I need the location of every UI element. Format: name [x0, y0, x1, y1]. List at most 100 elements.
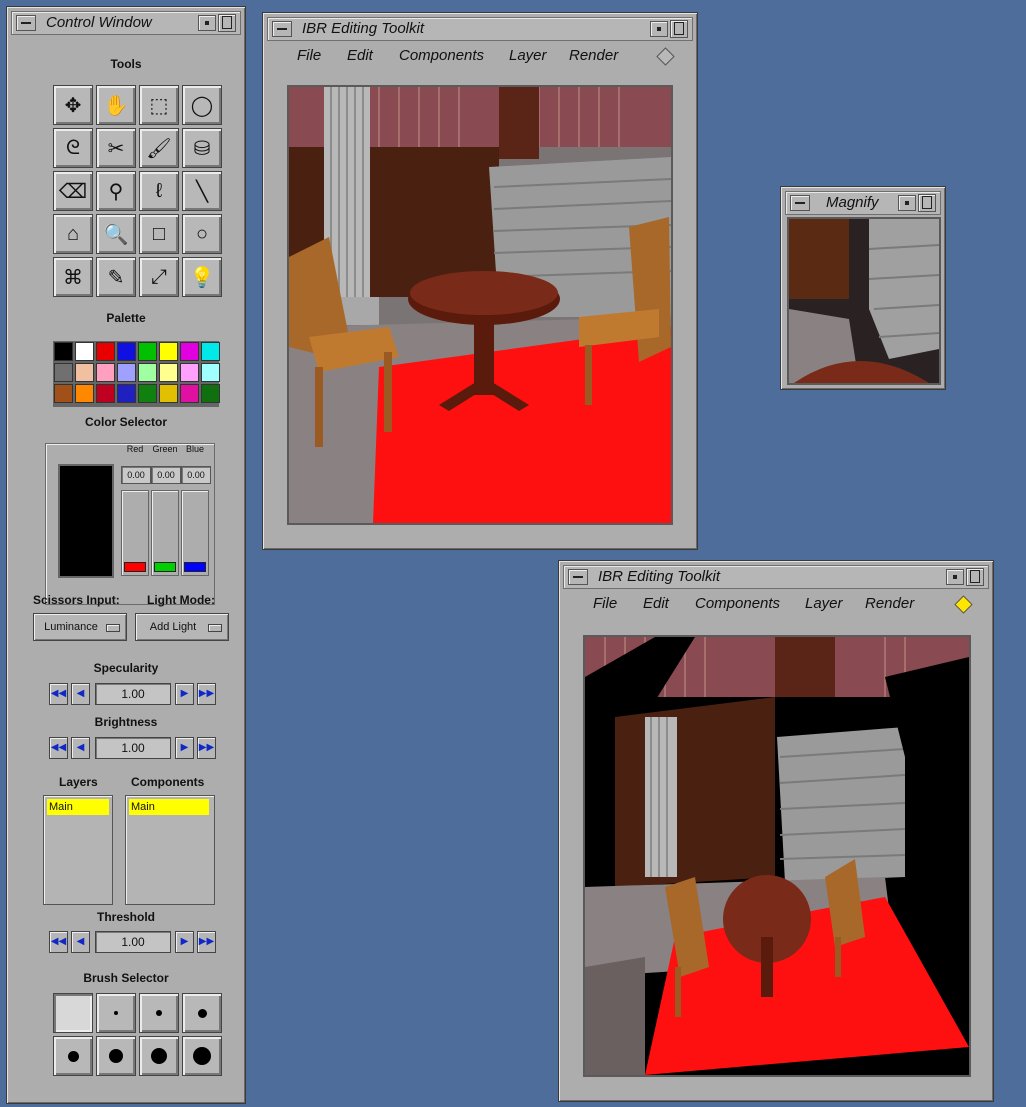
brush-option[interactable]	[96, 993, 136, 1033]
magnify-titlebar[interactable]: Magnify	[785, 191, 941, 215]
palette-swatch[interactable]	[180, 342, 199, 361]
increase-icon[interactable]: ▶	[175, 931, 194, 953]
menu-file[interactable]: File	[593, 595, 617, 612]
window-menu-icon[interactable]	[790, 195, 810, 211]
move-tool-icon[interactable]: ✥	[53, 85, 93, 125]
fast-increase-icon[interactable]: ▶▶	[197, 683, 216, 705]
palette-swatch[interactable]	[159, 342, 178, 361]
palette-swatch[interactable]	[159, 363, 178, 382]
palette-swatch[interactable]	[201, 363, 220, 382]
red-slider-knob[interactable]	[124, 562, 146, 572]
decrease-icon[interactable]: ◀	[71, 931, 90, 953]
palette-swatch[interactable]	[54, 342, 73, 361]
fast-increase-icon[interactable]: ▶▶	[197, 931, 216, 953]
palette-swatch[interactable]	[159, 384, 178, 403]
pencil-icon[interactable]: ✎	[96, 257, 136, 297]
brush-option[interactable]	[182, 993, 222, 1033]
green-slider[interactable]	[151, 490, 179, 576]
maximize-icon[interactable]	[218, 14, 236, 32]
minimize-icon[interactable]	[650, 21, 668, 37]
maximize-icon[interactable]	[918, 194, 936, 212]
palette-swatch[interactable]	[96, 342, 115, 361]
menu-components[interactable]: Components	[695, 595, 780, 612]
brush-option[interactable]	[53, 1036, 93, 1076]
editor-titlebar[interactable]: IBR Editing Toolkit	[267, 17, 693, 41]
editor-titlebar[interactable]: IBR Editing Toolkit	[563, 565, 989, 589]
layer-item[interactable]: Main	[47, 799, 109, 815]
palette-swatch[interactable]	[138, 384, 157, 403]
stamp-tool-icon[interactable]: ⌘	[53, 257, 93, 297]
menu-components[interactable]: Components	[399, 47, 484, 64]
rect-select-icon[interactable]: ⬚	[139, 85, 179, 125]
green-value[interactable]: 0.00	[151, 466, 181, 484]
grab-hand-icon[interactable]: ✋	[96, 85, 136, 125]
red-value[interactable]: 0.00	[121, 466, 151, 484]
palette-swatch[interactable]	[54, 384, 73, 403]
menu-layer[interactable]: Layer	[509, 47, 547, 64]
fast-increase-icon[interactable]: ▶▶	[197, 737, 216, 759]
scene-viewport[interactable]	[287, 85, 673, 525]
increase-icon[interactable]: ▶	[175, 683, 194, 705]
minimize-icon[interactable]	[198, 15, 216, 31]
red-slider[interactable]	[121, 490, 149, 576]
eyedropper-icon[interactable]: ⚲	[96, 171, 136, 211]
menu-file[interactable]: File	[297, 47, 321, 64]
menu-edit[interactable]: Edit	[347, 47, 373, 64]
palette-swatch[interactable]	[54, 363, 73, 382]
fast-decrease-icon[interactable]: ◀◀	[49, 737, 68, 759]
menu-edit[interactable]: Edit	[643, 595, 669, 612]
palette-swatch[interactable]	[75, 384, 94, 403]
line-tool-icon[interactable]: ╲	[182, 171, 222, 211]
palette-swatch[interactable]	[138, 363, 157, 382]
blue-slider-knob[interactable]	[184, 562, 206, 572]
control-window-titlebar[interactable]: Control Window	[11, 11, 241, 35]
window-menu-icon[interactable]	[568, 569, 588, 585]
palette-swatch[interactable]	[117, 384, 136, 403]
brush-option[interactable]	[139, 1036, 179, 1076]
green-slider-knob[interactable]	[154, 562, 176, 572]
magnified-viewport[interactable]	[787, 217, 941, 385]
minimize-icon[interactable]	[946, 569, 964, 585]
decrease-icon[interactable]: ◀	[71, 737, 90, 759]
maximize-icon[interactable]	[966, 568, 984, 586]
magnify-icon[interactable]: 🔍	[96, 214, 136, 254]
palette-swatch[interactable]	[138, 342, 157, 361]
freeform-icon[interactable]: ℓ	[139, 171, 179, 211]
lasso-icon[interactable]: ᘓ	[53, 128, 93, 168]
palette-swatch[interactable]	[180, 363, 199, 382]
eraser-icon[interactable]: ⌫	[53, 171, 93, 211]
scale-tool-icon[interactable]: ⤢	[139, 257, 179, 297]
window-menu-icon[interactable]	[272, 21, 292, 37]
brush-option[interactable]	[53, 993, 93, 1033]
specularity-value[interactable]: 1.00	[95, 683, 171, 705]
increase-icon[interactable]: ▶	[175, 737, 194, 759]
brush-option[interactable]	[182, 1036, 222, 1076]
window-menu-icon[interactable]	[16, 15, 36, 31]
blue-slider[interactable]	[181, 490, 209, 576]
scissors-icon[interactable]: ✂	[96, 128, 136, 168]
ellipse-outline-icon[interactable]: ○	[182, 214, 222, 254]
fast-decrease-icon[interactable]: ◀◀	[49, 683, 68, 705]
scene-viewport[interactable]	[583, 635, 971, 1077]
palette-swatch[interactable]	[201, 342, 220, 361]
component-item[interactable]: Main	[129, 799, 209, 815]
light-bulb-icon[interactable]: 💡	[182, 257, 222, 297]
scissors-input-select[interactable]: Luminance	[33, 613, 127, 641]
paint-brush-icon[interactable]: 🖌	[139, 128, 179, 168]
brush-option[interactable]	[139, 993, 179, 1033]
bucket-fill-icon[interactable]: ⛁	[182, 128, 222, 168]
maximize-icon[interactable]	[670, 20, 688, 38]
palette-swatch[interactable]	[117, 363, 136, 382]
layers-list[interactable]: Main	[43, 795, 113, 905]
menu-render[interactable]: Render	[569, 47, 618, 64]
palette-swatch[interactable]	[96, 363, 115, 382]
menu-layer[interactable]: Layer	[805, 595, 843, 612]
brightness-value[interactable]: 1.00	[95, 737, 171, 759]
polygon-icon[interactable]: ⌂	[53, 214, 93, 254]
components-list[interactable]: Main	[125, 795, 215, 905]
fast-decrease-icon[interactable]: ◀◀	[49, 931, 68, 953]
palette-swatch[interactable]	[180, 384, 199, 403]
light-mode-select[interactable]: Add Light	[135, 613, 229, 641]
menu-render[interactable]: Render	[865, 595, 914, 612]
minimize-icon[interactable]	[898, 195, 916, 211]
